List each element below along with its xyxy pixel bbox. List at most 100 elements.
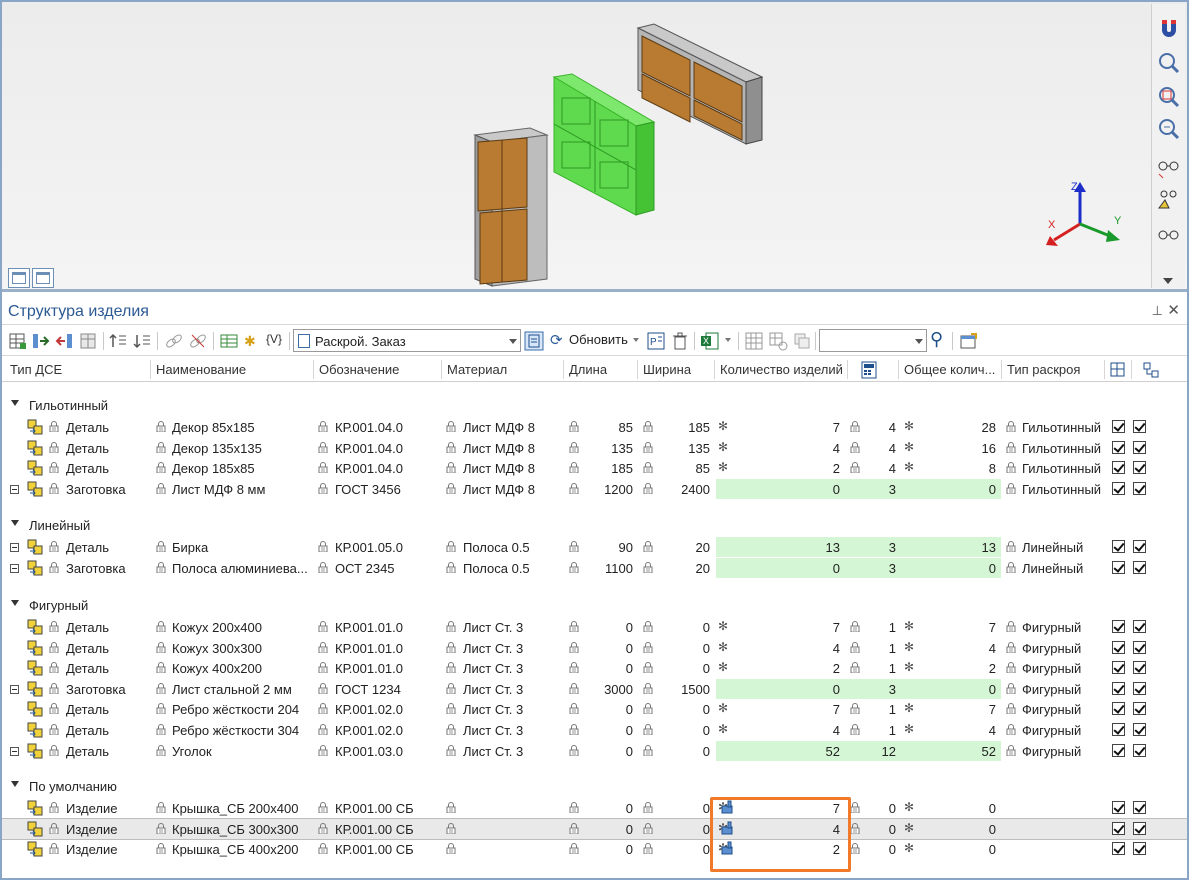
group-header[interactable]: По умолчанию [0, 776, 1189, 796]
collapse-arrow-icon[interactable] [11, 781, 19, 787]
column-width[interactable]: Ширина [643, 362, 691, 377]
gear-icon[interactable]: ✻ [718, 619, 728, 633]
cell-quantity[interactable]: 7 [780, 702, 840, 717]
excel-icon[interactable]: X [700, 331, 720, 351]
cell-quantity[interactable]: 7 [780, 801, 840, 816]
checkbox[interactable] [1112, 661, 1125, 674]
checkbox[interactable] [1133, 822, 1146, 835]
gear-icon[interactable]: ✻ [718, 701, 728, 715]
export-dropdown-icon[interactable] [725, 338, 731, 342]
column-total[interactable]: Общее колич... [904, 362, 995, 377]
checkbox[interactable] [1112, 461, 1125, 474]
cell-quantity[interactable]: 13 [780, 540, 840, 555]
grid-toggle-icon[interactable] [1110, 362, 1126, 378]
cell-quantity[interactable]: 0 [780, 561, 840, 576]
checkbox[interactable] [1112, 723, 1125, 736]
gear-icon[interactable]: ✻ [718, 419, 728, 433]
toolbar-scroll-down-icon[interactable] [1163, 278, 1173, 284]
gear-icon[interactable]: ✻ [904, 619, 914, 633]
move-right-icon[interactable] [31, 331, 51, 351]
expand-icon[interactable] [10, 485, 19, 494]
checkbox[interactable] [1112, 540, 1125, 553]
sort-asc-icon[interactable] [108, 331, 128, 351]
gear-icon[interactable]: ✻ [718, 440, 728, 454]
gear-icon[interactable]: ✻ [904, 419, 914, 433]
column-cut-type[interactable]: Тип раскроя [1007, 362, 1080, 377]
cell-quantity[interactable]: 4 [780, 723, 840, 738]
gear-icon[interactable]: ✻ [718, 640, 728, 654]
checkbox[interactable] [1112, 641, 1125, 654]
collapse-arrow-icon[interactable] [11, 400, 19, 406]
checkbox[interactable] [1112, 561, 1125, 574]
gear-icon[interactable]: ✻ [904, 841, 914, 855]
column-quantity[interactable]: Количество изделий [720, 362, 843, 377]
zoom-window-icon[interactable] [1155, 84, 1183, 110]
table-row[interactable]: Деталь Кожух 400х200 КР.001.01.0 Лист Ст. 3… [0, 658, 1189, 678]
grid-refresh-icon[interactable] [768, 331, 788, 351]
gear-icon[interactable]: ✻ [904, 722, 914, 736]
search-icon[interactable]: ⚲ [930, 329, 943, 350]
structure-icon[interactable] [1142, 361, 1160, 379]
grid-icon[interactable] [744, 331, 764, 351]
cell-quantity[interactable]: 52 [780, 744, 840, 759]
glasses-measure-icon[interactable] [1155, 186, 1183, 212]
checkbox[interactable] [1112, 842, 1125, 855]
gear-icon[interactable]: ✻ [718, 460, 728, 474]
gear-icon[interactable]: ✻ [718, 660, 728, 674]
column-type[interactable]: Тип ДСЕ [10, 362, 62, 377]
refresh-dropdown-icon[interactable] [633, 338, 639, 342]
copy-icon[interactable] [792, 331, 812, 351]
magnet-icon[interactable] [1155, 16, 1183, 42]
expand-icon[interactable] [10, 543, 19, 552]
sort-desc-icon[interactable] [132, 331, 152, 351]
checkbox[interactable] [1112, 702, 1125, 715]
checkbox[interactable] [1112, 482, 1125, 495]
cell-quantity[interactable]: 4 [780, 641, 840, 656]
close-icon[interactable]: ✕ [1167, 301, 1180, 319]
checkbox[interactable] [1133, 641, 1146, 654]
table-row[interactable]: Заготовка Полоса алюминиева... ОСТ 2345 Пол… [0, 558, 1189, 578]
move-left-icon[interactable] [54, 331, 74, 351]
grid-add-icon[interactable] [8, 331, 28, 351]
cell-quantity[interactable]: 7 [780, 420, 840, 435]
table-row[interactable]: Изделие Крышка_СБ 400х200 КР.001.00 СБ 0 0 ✻ 2… [0, 839, 1189, 859]
link-icon[interactable] [164, 331, 184, 351]
collapse-arrow-icon[interactable] [11, 520, 19, 526]
column-length[interactable]: Длина [569, 362, 607, 377]
checkbox[interactable] [1112, 822, 1125, 835]
checkbox[interactable] [1133, 620, 1146, 633]
checkbox[interactable] [1112, 441, 1125, 454]
checkbox[interactable] [1133, 561, 1146, 574]
checkbox[interactable] [1133, 540, 1146, 553]
3d-viewport[interactable]: Z X Y [0, 0, 1189, 292]
gear-icon[interactable]: ✻ [904, 800, 914, 814]
cell-quantity[interactable]: 0 [780, 682, 840, 697]
gear-icon[interactable]: ✻ [904, 640, 914, 654]
model-selected-panel[interactable] [552, 73, 656, 216]
model-scene[interactable]: Z X Y [2, 2, 1152, 290]
checkbox[interactable] [1133, 420, 1146, 433]
model-right-cabinet[interactable] [636, 23, 764, 145]
gear-icon[interactable]: ✻ [904, 440, 914, 454]
pin-icon[interactable]: ⊥ [1152, 303, 1163, 319]
table-row[interactable]: Деталь Кожух 200х400 КР.001.01.0 Лист Ст. 3… [0, 617, 1189, 637]
checkbox[interactable] [1133, 702, 1146, 715]
glasses-settings-icon[interactable] [1155, 222, 1183, 248]
star-icon[interactable]: ✱ [242, 331, 262, 351]
refresh-icon[interactable]: ⟳ [550, 331, 563, 349]
checkbox[interactable] [1112, 420, 1125, 433]
table-green-icon[interactable] [219, 331, 239, 351]
filter-columns-icon[interactable] [524, 331, 544, 351]
checkbox[interactable] [1133, 682, 1146, 695]
group-header[interactable]: Гильотинный [0, 395, 1189, 415]
gear-icon[interactable]: ✻ [904, 660, 914, 674]
zoom-fit-icon[interactable] [1155, 116, 1183, 142]
table-row[interactable]: Заготовка Лист МДФ 8 мм ГОСТ 3456 Лист МДФ … [0, 479, 1189, 499]
group-header[interactable]: Линейный [0, 515, 1189, 535]
expand-icon[interactable] [10, 564, 19, 573]
column-material[interactable]: Материал [447, 362, 507, 377]
expand-icon[interactable] [10, 747, 19, 756]
cell-quantity[interactable]: 2 [780, 461, 840, 476]
search-dropdown-icon[interactable] [915, 339, 923, 344]
unlink-icon[interactable] [188, 331, 208, 351]
